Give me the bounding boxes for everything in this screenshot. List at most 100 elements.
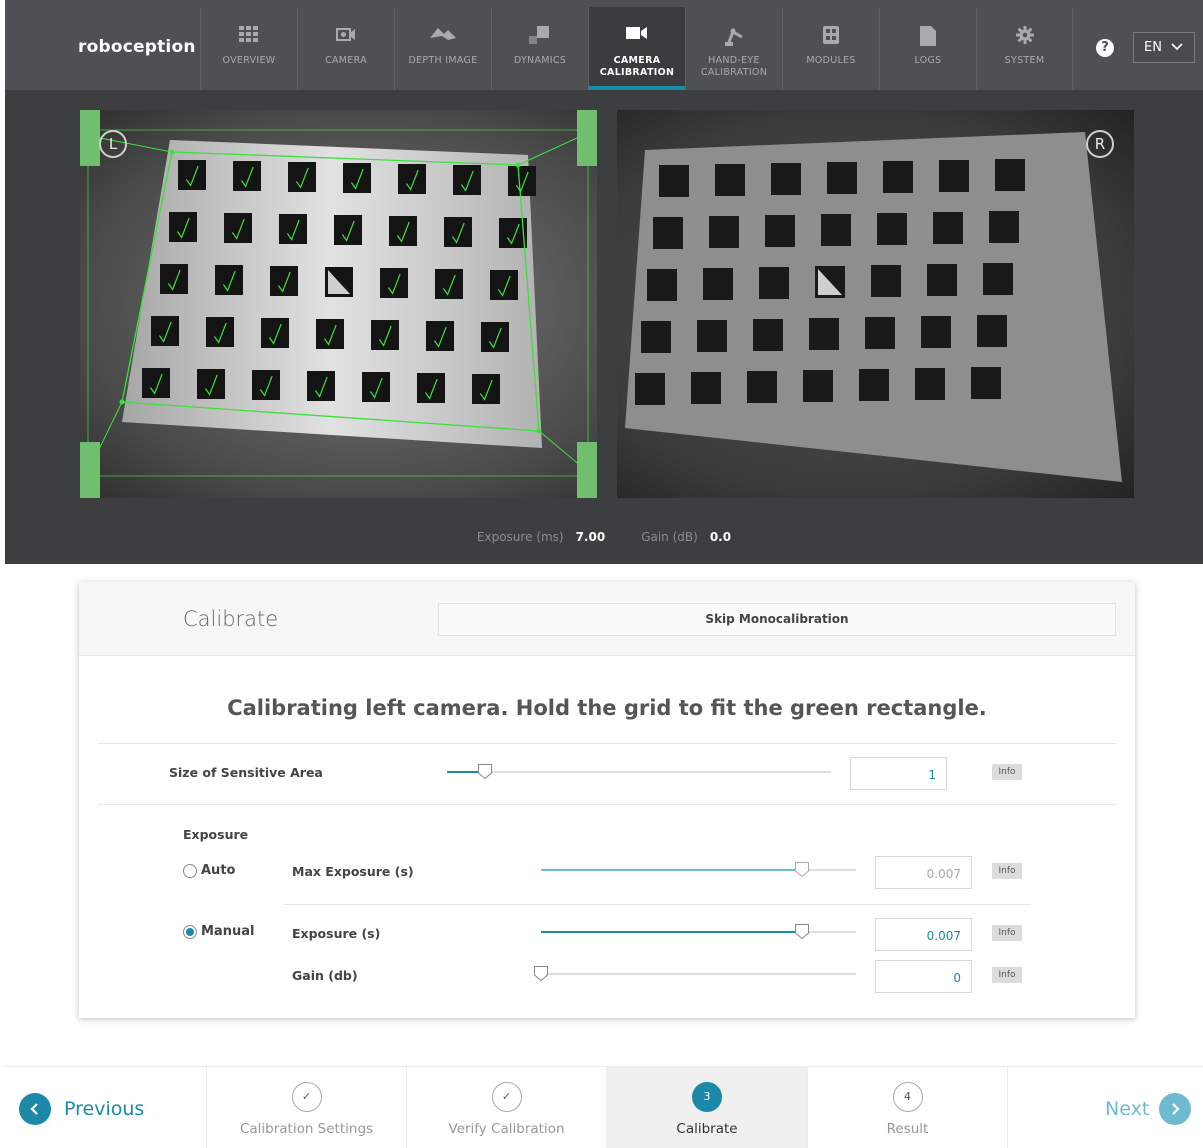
check-icon: ✓ xyxy=(491,1082,522,1112)
tab-system[interactable]: SYSTEM xyxy=(976,7,1073,90)
grid-square xyxy=(169,212,197,242)
grid-square xyxy=(288,162,316,192)
depth-image-icon xyxy=(395,26,491,48)
divider xyxy=(98,743,1116,744)
grid-square xyxy=(691,372,721,404)
max-exposure-info-button[interactable]: Info xyxy=(992,863,1022,879)
grid-square xyxy=(641,321,671,353)
grid-square xyxy=(653,217,683,249)
tab-label: HAND-EYE CALIBRATION xyxy=(700,55,768,78)
grid-square xyxy=(989,211,1019,243)
slider-thumb[interactable] xyxy=(534,966,548,981)
tab-hand-eye-calibration[interactable]: HAND-EYE CALIBRATION xyxy=(685,7,782,90)
grid-square xyxy=(481,322,509,352)
grid-square xyxy=(921,316,951,348)
grid-square xyxy=(417,373,445,403)
grid-square xyxy=(703,268,733,300)
grid-square xyxy=(871,265,901,297)
grid-square xyxy=(178,160,206,190)
grid-square xyxy=(859,369,889,401)
chevron-right-icon xyxy=(1159,1093,1192,1125)
exposure-time-label: Exposure (s) xyxy=(292,926,381,941)
grid-square xyxy=(261,318,289,348)
tab-label: CAMERA xyxy=(325,55,367,66)
step-calibrate[interactable]: 3 Calibrate xyxy=(606,1067,807,1148)
exposure-readout: Exposure (ms) 7.00 Gain (dB) 0.0 xyxy=(5,530,1203,544)
gain-input[interactable]: 0 xyxy=(875,960,972,993)
exposure-time-info-button[interactable]: Info xyxy=(992,925,1022,941)
slider-thumb[interactable] xyxy=(478,764,493,779)
max-exposure-slider[interactable] xyxy=(541,862,856,877)
grid-square xyxy=(659,165,689,197)
grid-square xyxy=(995,159,1025,191)
grid-square xyxy=(472,374,500,404)
max-exposure-label: Max Exposure (s) xyxy=(292,864,414,879)
grid-square xyxy=(389,216,417,246)
manual-radio-label[interactable]: Manual xyxy=(201,924,254,939)
tab-camera[interactable]: CAMERA xyxy=(297,7,394,90)
top-navbar: roboception OVERVIEW CAMERA DEPTH IMAGE … xyxy=(5,0,1203,90)
slider-thumb[interactable] xyxy=(795,862,810,877)
right-camera-image: R xyxy=(617,110,1134,498)
tab-dynamics[interactable]: DYNAMICS xyxy=(491,7,588,90)
grid-square xyxy=(809,318,839,350)
left-image-canvas xyxy=(80,110,597,498)
grid-square xyxy=(983,263,1013,295)
right-image-canvas xyxy=(625,132,1122,482)
slider-thumb[interactable] xyxy=(795,924,810,939)
grid-square xyxy=(803,370,833,402)
grid-square xyxy=(160,264,188,294)
slider-fill xyxy=(541,931,803,933)
grid-square xyxy=(343,163,371,193)
step-result[interactable]: 4 Result xyxy=(807,1067,1008,1148)
tab-label: CAMERA CALIBRATION xyxy=(599,55,675,78)
next-button[interactable]: Next xyxy=(1105,1093,1192,1125)
tab-depth-image[interactable]: DEPTH IMAGE xyxy=(394,7,491,90)
grid-square xyxy=(939,160,969,192)
sensitive-area-info-button[interactable]: Info xyxy=(992,764,1022,780)
left-camera-image: L xyxy=(80,110,597,498)
help-icon[interactable]: ? xyxy=(1096,39,1114,57)
skip-monocalibration-button[interactable]: Skip Monocalibration xyxy=(438,603,1116,636)
wizard-footer: ✓ Calibration Settings ✓ Verify Calibrat… xyxy=(5,1066,1203,1148)
gear-icon xyxy=(977,26,1072,48)
tab-camera-calibration[interactable]: CAMERA CALIBRATION xyxy=(588,7,685,90)
grid-square xyxy=(865,317,895,349)
tab-overview[interactable]: OVERVIEW xyxy=(200,7,297,90)
tab-modules[interactable]: MODULES xyxy=(782,7,879,90)
document-icon xyxy=(880,26,976,48)
grid-square xyxy=(933,212,963,244)
chevron-left-icon xyxy=(19,1093,51,1125)
language-value: EN xyxy=(1144,40,1162,55)
step-calibration-settings[interactable]: ✓ Calibration Settings xyxy=(206,1067,406,1148)
step-verify-calibration[interactable]: ✓ Verify Calibration xyxy=(406,1067,606,1148)
grid-square xyxy=(883,161,913,193)
auto-radio[interactable] xyxy=(183,864,197,878)
auto-radio-label[interactable]: Auto xyxy=(201,863,235,878)
previous-button[interactable]: Previous xyxy=(19,1093,144,1125)
sensitive-area-label: Size of Sensitive Area xyxy=(169,765,323,780)
grid-square xyxy=(747,371,777,403)
gain-info-button[interactable]: Info xyxy=(992,967,1022,983)
sensitive-area-slider[interactable] xyxy=(447,764,831,779)
step-label: Calibration Settings xyxy=(239,1121,374,1137)
calibration-message: Calibrating left camera. Hold the grid t… xyxy=(227,696,987,720)
max-exposure-input[interactable]: 0.007 xyxy=(875,856,972,889)
gain-slider[interactable] xyxy=(534,966,856,981)
exposure-time-slider[interactable] xyxy=(541,924,856,939)
grid-square xyxy=(426,321,454,351)
exposure-time-input[interactable]: 0.007 xyxy=(875,918,972,951)
grid-square xyxy=(765,215,795,247)
manual-radio[interactable] xyxy=(183,925,197,939)
grid-square xyxy=(971,367,1001,399)
grid-icon xyxy=(201,26,297,48)
grid-square xyxy=(759,267,789,299)
grid-square xyxy=(307,371,335,401)
language-select[interactable]: EN xyxy=(1133,32,1195,63)
grid-square xyxy=(197,369,225,399)
tab-label: LOGS xyxy=(914,55,942,66)
tab-logs[interactable]: LOGS xyxy=(879,7,976,90)
grid-square xyxy=(635,373,665,405)
chevron-down-icon xyxy=(1171,43,1183,51)
sensitive-area-input[interactable]: 1 xyxy=(850,757,947,790)
